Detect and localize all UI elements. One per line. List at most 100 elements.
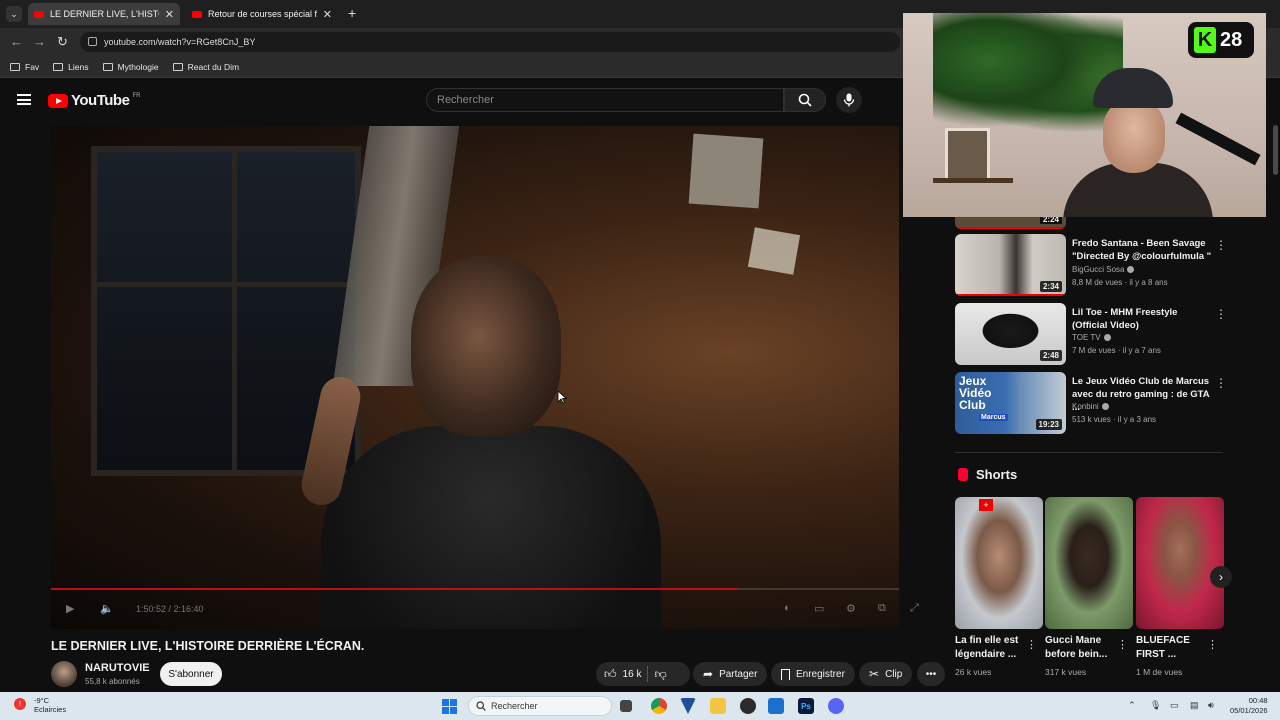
tab-list-button[interactable]: ⌄: [6, 6, 22, 22]
volume-tray-icon[interactable]: 🔊︎: [1208, 700, 1214, 711]
bookmark-react-du-dim[interactable]: React du Dim: [172, 62, 239, 72]
task-view-icon[interactable]: [620, 700, 632, 712]
short-thumbnail[interactable]: [1045, 497, 1133, 629]
subscribe-button[interactable]: S'abonner: [160, 662, 222, 686]
tab-label: LE DERNIER LIVE, L'HISTOIRE D: [50, 9, 159, 19]
youtube-favicon-icon: [192, 10, 202, 18]
dislike-button[interactable]: 👎︎: [654, 667, 666, 682]
video-thumbnail[interactable]: Jeux Vidéo Club Marcus 19:23: [955, 372, 1066, 434]
channel-name[interactable]: BigGucci Sosa: [1072, 265, 1135, 274]
photoshop-icon[interactable]: Ps: [798, 698, 814, 714]
short-views: 317 k vues: [1045, 667, 1087, 677]
short-title[interactable]: Gucci Mane before bein...: [1045, 634, 1120, 662]
video-thumbnail[interactable]: 2:34: [955, 234, 1066, 296]
video-timecode: 1:50:52 / 2:16:40: [136, 604, 204, 614]
search-icon: [476, 701, 486, 711]
capcut-icon[interactable]: [768, 698, 784, 714]
network-icon[interactable]: ▤: [1190, 700, 1199, 711]
reload-icon[interactable]: ↻: [57, 34, 68, 50]
back-icon[interactable]: ←: [10, 34, 23, 49]
volume-icon[interactable]: 🔈: [100, 602, 114, 615]
site-info-icon[interactable]: [88, 37, 97, 46]
channel-avatar[interactable]: [51, 661, 77, 687]
more-options-icon[interactable]: ⋮: [1207, 638, 1218, 651]
short-thumbnail[interactable]: +: [955, 497, 1043, 629]
more-options-icon[interactable]: ⋮: [1117, 638, 1128, 651]
search-input[interactable]: Rechercher: [426, 88, 784, 112]
recommendation-item[interactable]: 2:48 Lil Toe - MHM Freestyle (Official V…: [955, 303, 1227, 365]
bookmark-icon: [781, 668, 790, 680]
verified-icon: [1103, 334, 1111, 342]
chrome-icon[interactable]: [651, 698, 667, 714]
video-title[interactable]: Fredo Santana - Been Savage "Directed By…: [1072, 237, 1212, 263]
channel-name[interactable]: TOE TV: [1072, 333, 1111, 342]
viewer-count: 28: [1220, 28, 1243, 51]
fullscreen-icon[interactable]: ⤢: [910, 602, 919, 615]
file-explorer-icon[interactable]: [710, 698, 726, 714]
video-title: LE DERNIER LIVE, L'HISTOIRE DERRIÈRE L'É…: [51, 639, 365, 653]
section-divider: [955, 452, 1223, 453]
more-actions-button[interactable]: •••: [917, 662, 945, 686]
clock-time: 00:48: [1248, 696, 1268, 705]
more-options-icon[interactable]: ⋮: [1215, 238, 1227, 252]
clip-button[interactable]: ✂ Clip: [859, 662, 913, 686]
chevron-right-icon[interactable]: ›: [1210, 566, 1232, 588]
close-tab-icon[interactable]: ✕: [165, 8, 174, 21]
share-button[interactable]: ➦ Partager: [693, 662, 768, 686]
region-code: FR: [132, 92, 141, 99]
bookmark-fav[interactable]: Fav: [10, 62, 39, 72]
recommendation-item[interactable]: Jeux Vidéo Club Marcus 19:23 Le Jeux Vid…: [955, 372, 1227, 434]
video-thumbnail[interactable]: 2:48: [955, 303, 1066, 365]
taskbar-search[interactable]: Rechercher: [468, 696, 612, 716]
subscriber-count: 55,8 k abonnés: [85, 677, 140, 686]
shorts-icon: [958, 468, 968, 481]
video-progress-bar[interactable]: [51, 588, 899, 590]
video-player[interactable]: [51, 126, 899, 629]
weather-widget[interactable]: ! -9°C Eclaircies: [0, 692, 80, 720]
monitor-tray-icon[interactable]: ▭: [1170, 700, 1179, 711]
settings-gear-icon[interactable]: ⚙: [846, 602, 856, 615]
channel-name[interactable]: Konbini: [1072, 402, 1109, 411]
clock-date: 05/01/2026: [1230, 706, 1268, 715]
menu-icon[interactable]: [17, 94, 31, 105]
short-thumbnail[interactable]: [1136, 497, 1224, 629]
save-label: Enregistrer: [796, 668, 845, 680]
windows-start-icon[interactable]: [442, 699, 457, 714]
more-options-icon[interactable]: ⋮: [1215, 307, 1227, 321]
discord-icon[interactable]: [828, 698, 844, 714]
folder-icon: [53, 62, 64, 71]
address-bar[interactable]: youtube.com/watch?v=RGet8CnJ_BY: [80, 32, 900, 52]
kick-logo-icon: K: [1194, 27, 1216, 53]
bookmark-mythologie[interactable]: Mythologie: [102, 62, 159, 72]
system-clock[interactable]: 00:48 05/01/2026: [1230, 696, 1268, 716]
miniplayer-icon[interactable]: ⧉: [878, 602, 886, 615]
new-tab-button[interactable]: +: [348, 5, 356, 21]
video-title[interactable]: Lil Toe - MHM Freestyle (Official Video): [1072, 306, 1212, 332]
youtube-logo[interactable]: YouTube FR: [48, 92, 140, 109]
channel-name[interactable]: NARUTOVIE: [85, 662, 150, 674]
short-title[interactable]: La fin elle est légendaire ...: [955, 634, 1030, 662]
more-options-icon[interactable]: ⋮: [1215, 376, 1227, 390]
bookmark-liens[interactable]: Liens: [53, 62, 89, 72]
swiss-flag-icon: +: [979, 499, 993, 511]
play-icon[interactable]: ▶: [66, 602, 74, 615]
forward-icon[interactable]: →: [33, 34, 46, 49]
vpn-icon[interactable]: [680, 698, 696, 714]
more-options-icon[interactable]: ⋮: [1026, 638, 1037, 651]
page-scrollbar[interactable]: [1273, 125, 1278, 175]
mouse-cursor-icon: [557, 390, 567, 404]
like-button[interactable]: 👍︎ 16 k: [604, 667, 641, 682]
tab-active[interactable]: LE DERNIER LIVE, L'HISTOIRE D ✕: [28, 3, 180, 25]
autoplay-toggle-icon[interactable]: ◐: [784, 602, 791, 614]
obs-icon[interactable]: [740, 698, 756, 714]
microphone-tray-icon[interactable]: 🎙︎: [1150, 700, 1161, 711]
recommendation-item[interactable]: 2:34 Fredo Santana - Been Savage "Direct…: [955, 234, 1227, 296]
search-button[interactable]: [784, 88, 826, 112]
short-title[interactable]: BLUEFACE FIRST ...: [1136, 634, 1211, 662]
subtitles-icon[interactable]: ▭: [814, 602, 824, 615]
save-button[interactable]: Enregistrer: [771, 662, 855, 686]
close-tab-icon[interactable]: ✕: [323, 8, 332, 21]
voice-search-button[interactable]: [836, 87, 862, 113]
tab-inactive[interactable]: Retour de courses spécial fêtes ✕: [186, 3, 338, 25]
tray-overflow-icon[interactable]: ⌃: [1128, 700, 1136, 711]
